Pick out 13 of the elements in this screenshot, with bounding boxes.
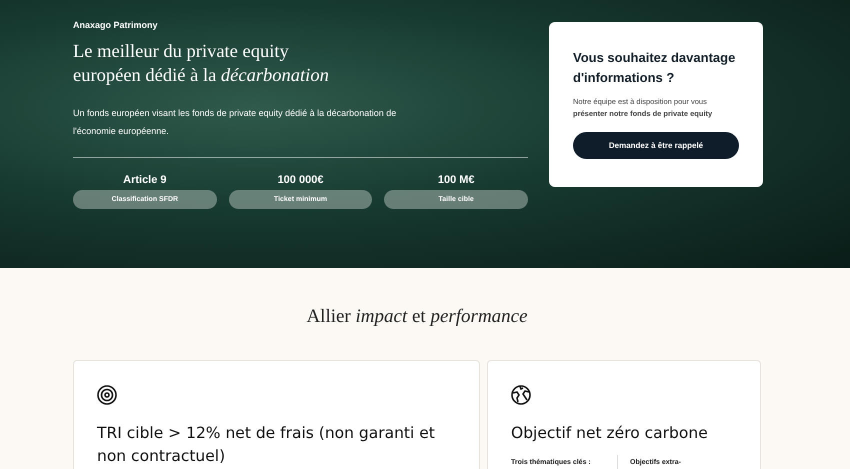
card-title: Objectif net zéro carbone xyxy=(511,423,709,444)
hero-description: Un fonds européen visant les fonds de private equity dédié à la décarbonation de l'économie européenne. xyxy=(73,107,398,138)
target-icon xyxy=(97,385,117,405)
callback-button[interactable]: Demandez à être rappelé xyxy=(573,132,739,159)
brand-name: Anaxago Patrimony xyxy=(73,20,159,30)
card-title: TRI cible > 12% net de frais (non garanti et non contractuel) xyxy=(97,423,436,467)
globe-icon xyxy=(511,385,531,405)
section-heading: Allier impact et performance xyxy=(305,306,529,328)
stat-value: 100 000€ xyxy=(278,174,324,186)
stat-value: Article 9 xyxy=(123,174,167,186)
contact-title: Vous souhaitez davantage d'informations ? xyxy=(573,49,736,87)
stat-value: 100 M€ xyxy=(438,174,475,186)
hero-title: Le meilleur du private equity européen dédié à la décarbonation xyxy=(73,41,330,88)
